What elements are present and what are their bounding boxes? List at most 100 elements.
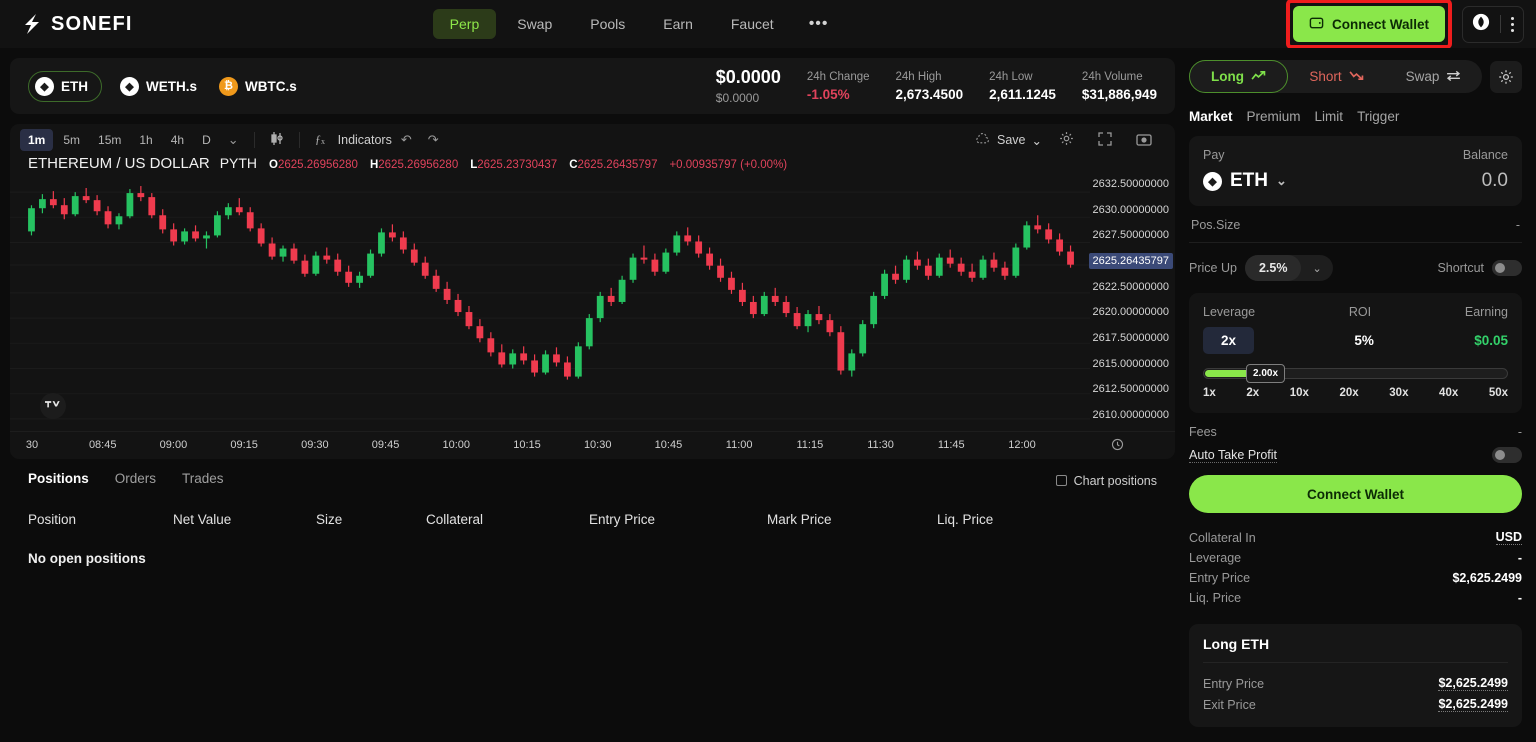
roi-label: ROI [1348,305,1372,319]
nav-more-menu[interactable]: ••• [795,11,843,37]
stat-label: 24h Volume [1081,70,1143,83]
tab-trades[interactable]: Trades [182,471,224,490]
time-tick: 08:45 [88,439,117,451]
price-axis[interactable]: 2632.50000000 2630.00000000 2627.50000000 2… [1080,170,1175,429]
price-tick: 2610.00000000 [1092,409,1169,421]
pay-header: Pay Balance [1203,148,1508,162]
scale-10x[interactable]: 10x [1290,387,1309,399]
chevron-down-icon: ⌄ [1031,133,1042,148]
scale-20x[interactable]: 20x [1340,387,1359,399]
trade-settings-button[interactable] [1490,60,1522,93]
side-swap-label: Swap [1405,69,1440,84]
price-up-select[interactable]: 2.5% ⌄ [1244,255,1333,281]
auto-take-profit-label: Auto Take Profit [1189,447,1278,463]
candlestick-plot[interactable] [10,182,1090,429]
connect-wallet-highlight: Connect Wallet [1285,0,1452,49]
side-long[interactable]: Long [1189,60,1288,93]
positions-table-header: Position Net Value Size Collateral Entry… [10,490,1175,527]
summary-value: $2,625.2499 [1438,676,1508,691]
nav-tab-swap[interactable]: Swap [500,9,569,39]
chart-positions-checkbox[interactable]: Chart positions [1055,474,1157,488]
scale-1x[interactable]: 1x [1203,387,1216,399]
side-short[interactable]: Short [1288,60,1385,93]
leverage-values: 2x 5% $0.05 [1203,327,1508,354]
order-tab-limit[interactable]: Limit [1315,109,1344,124]
fx-icon[interactable]: ƒx [308,128,336,152]
pay-token-label: ETH [1230,170,1268,191]
chevron-down-icon[interactable]: ⌄ [221,129,246,151]
token-eth[interactable]: ◆ ETH [28,70,102,102]
leverage-slider-knob[interactable]: 2.00x [1246,364,1286,383]
current-price-secondary: $0.0000 [715,91,760,105]
order-tab-market[interactable]: Market [1189,109,1233,124]
timeframe-15m[interactable]: 15m [90,129,129,151]
side-options: Long Short Swap [1189,60,1482,93]
token-weth-label: WETH.s [146,78,198,94]
time-tick: 10:45 [654,439,683,451]
timeframe-5m[interactable]: 5m [55,129,88,151]
nav-tab-faucet[interactable]: Faucet [714,9,791,39]
brand-logo[interactable]: SONEFI [22,13,133,36]
token-wbtc-label: WBTC.s [245,78,297,94]
auto-take-profit-toggle[interactable] [1492,447,1522,463]
summary-value[interactable]: USD [1495,530,1522,545]
nav-tab-perp[interactable]: Perp [432,9,497,39]
chevron-down-icon[interactable]: ⌄ [1301,256,1332,281]
kebab-menu-icon[interactable] [1511,16,1514,32]
leverage-section: Leverage ROI Earning 2x 5% $0.05 2.00x 1… [1189,293,1522,413]
undo-icon[interactable]: ↶ [394,129,419,151]
timeframe-4h[interactable]: 4h [163,129,192,151]
network-icon[interactable] [1472,13,1490,36]
leverage-slider[interactable]: 2.00x [1203,364,1508,383]
order-type-tabs: Market Premium Limit Trigger [1189,109,1522,124]
leverage-label: Leverage [1203,305,1256,319]
stat-24h-low: 24h Low 2,611.1245 [989,71,1056,102]
summary-key: Leverage [1189,551,1242,565]
svg-text:x: x [321,137,325,146]
timeframe-1m[interactable]: 1m [20,129,54,151]
time-axis[interactable]: 30 08:45 09:00 09:15 09:30 09:45 10:00 10:15 10:… [10,431,1175,457]
fullscreen-icon[interactable] [1091,129,1119,152]
connect-wallet-primary-button[interactable]: Connect Wallet [1189,475,1522,513]
camera-icon[interactable] [1129,129,1159,152]
save-chart-button[interactable]: Save ⌄ [974,132,1042,148]
chart-legend: ETHEREUM / US DOLLAR PYTH O2625.26956280… [10,152,1175,172]
summary-row-liq-price: Liq. Price - [1189,588,1522,608]
timeframe-d[interactable]: D [194,129,219,151]
column-mark-price: Mark Price [767,512,832,527]
scale-30x[interactable]: 30x [1389,387,1408,399]
candlestick-svg [10,186,1090,420]
wallet-icon [1309,15,1324,33]
current-price-tick: 2625.26435797 [1088,253,1173,269]
column-entry-price: Entry Price [589,512,656,527]
summary-value: - [1517,551,1522,565]
stat-value: 2,611.1245 [989,86,1056,102]
pay-label: Pay [1203,148,1225,162]
side-swap[interactable]: Swap [1385,60,1482,93]
connect-wallet-button[interactable]: Connect Wallet [1292,6,1445,42]
tab-orders[interactable]: Orders [115,471,156,490]
scale-50x[interactable]: 50x [1489,387,1508,399]
gear-icon[interactable] [1052,128,1081,152]
shortcut-toggle[interactable] [1492,260,1522,276]
leverage-value[interactable]: 2x [1203,327,1255,354]
redo-icon[interactable]: ↷ [421,129,446,151]
balance-label: Balance [1462,148,1508,162]
scale-2x[interactable]: 2x [1246,387,1259,399]
order-tab-trigger[interactable]: Trigger [1357,109,1399,124]
order-tab-premium[interactable]: Premium [1247,109,1301,124]
price-tick: 2617.50000000 [1092,332,1169,344]
position-size-value: - [1515,218,1520,232]
token-wbtc[interactable]: ₿ WBTC.s [215,72,301,101]
nav-tab-earn[interactable]: Earn [646,9,710,39]
token-weth[interactable]: ◆ WETH.s [116,72,201,101]
indicators-button[interactable]: Indicators [338,133,392,147]
scale-40x[interactable]: 40x [1439,387,1458,399]
tab-positions[interactable]: Positions [28,471,89,490]
nav-tab-pools[interactable]: Pools [573,9,642,39]
timezone-clock-icon[interactable] [1104,435,1131,457]
candlestick-style-icon[interactable] [263,128,291,152]
pay-token-selector[interactable]: ◆ ETH ⌄ [1203,170,1287,192]
timeframe-1h[interactable]: 1h [131,129,160,151]
price-tick: 2615.00000000 [1092,357,1169,370]
